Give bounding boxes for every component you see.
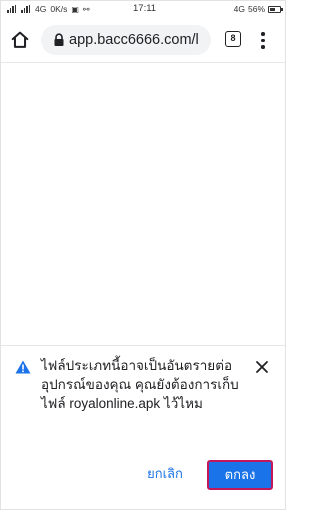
cancel-button[interactable]: ยกเลิก [133, 463, 197, 485]
signal-4g-icon [21, 5, 30, 13]
warning-message: ไฟล์ประเภทนี้อาจเป็นอันตรายต่ออุปกรณ์ของ… [41, 358, 239, 411]
network-speed: 0K/s [50, 4, 68, 14]
home-button[interactable] [9, 29, 31, 51]
home-icon [11, 31, 29, 48]
battery-fill [270, 7, 276, 11]
download-warning-dialog: ไฟล์ประเภทนี้อาจเป็นอันตรายต่ออุปกรณ์ของ… [1, 345, 285, 509]
network-type: 4G [233, 4, 245, 14]
status-bar: 4G 0K/s ▣ ⚯ 17:11 4G 56% [1, 1, 285, 17]
warning-icon [15, 360, 31, 374]
status-right: 4G 56% [233, 4, 283, 14]
tab-switcher-button[interactable]: 8 [225, 31, 241, 47]
signal-icon [7, 5, 16, 13]
network-label: 4G [35, 4, 47, 14]
screen: 4G 0K/s ▣ ⚯ 17:11 4G 56% app.bacc6666.co… [0, 0, 290, 512]
battery-icon [268, 5, 283, 13]
address-bar[interactable]: app.bacc6666.com/l [41, 25, 211, 55]
url-text: app.bacc6666.com/l [69, 32, 199, 48]
battery-percent: 56% [247, 4, 265, 14]
notification-icon: ▣ [71, 4, 79, 14]
browser-toolbar: app.bacc6666.com/l 8 [1, 17, 285, 63]
ok-button[interactable]: ตกลง [207, 460, 273, 490]
more-vert-icon[interactable] [257, 29, 269, 51]
phone-screen: 4G 0K/s ▣ ⚯ 17:11 4G 56% app.bacc6666.co… [0, 0, 286, 510]
close-icon[interactable] [255, 360, 269, 374]
page-content [1, 63, 285, 345]
status-left: 4G 0K/s ▣ ⚯ [7, 4, 90, 14]
lock-icon [54, 33, 64, 46]
status-time: 17:11 [133, 3, 157, 14]
wifi-off-icon: ⚯ [82, 4, 90, 14]
